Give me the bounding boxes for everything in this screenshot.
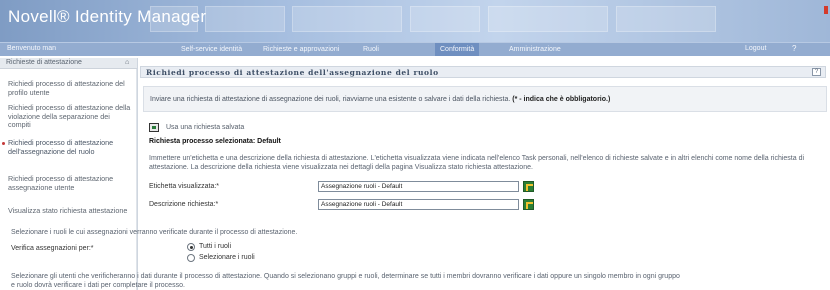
request-description-label: Descrizione richiesta:* <box>149 201 219 208</box>
saved-request-link[interactable]: Usa una richiesta salvata <box>166 124 244 131</box>
radio-all-roles[interactable] <box>187 243 195 251</box>
app-header: Novell® Identity Manager <box>0 0 830 42</box>
selected-request-title: Richiesta processo selezionata: Default <box>149 138 281 145</box>
app-title: Novell® Identity Manager <box>8 7 207 26</box>
top-nav: Benvenuto man Self-service identità Rich… <box>0 42 830 56</box>
header-help-icon[interactable]: ? <box>792 44 796 53</box>
radio-select-roles[interactable] <box>187 254 195 262</box>
sidebar: Richieste di attestazione ⌂ Richiedi pro… <box>0 58 137 290</box>
tab-requests-approvals[interactable]: Richieste e approvazioni <box>258 43 344 56</box>
header-decoration <box>292 6 402 32</box>
logout-link[interactable]: Logout <box>745 45 766 52</box>
required-note: (* - indica che è obbligatorio.) <box>512 96 611 103</box>
page-title: Richiedi processo di attestazione dell'a… <box>146 68 439 77</box>
header-decoration <box>205 6 285 32</box>
help-icon[interactable]: ? <box>812 68 821 76</box>
select-roles-instructions: Selezionare i ruoli le cui assegnazioni … <box>11 229 298 236</box>
sidebar-item-sod-violation[interactable]: Richiedi processo di attestazione della … <box>8 103 134 130</box>
request-description-input[interactable]: Assegnazione ruoli - Default <box>318 199 519 210</box>
pin-icon[interactable]: ⌂ <box>125 59 129 66</box>
active-item-bullet-icon <box>2 142 5 145</box>
sidebar-item-role-assignment[interactable]: Richiedi processo di attestazione dell'a… <box>8 138 134 156</box>
sidebar-header: Richieste di attestazione ⌂ <box>0 58 137 69</box>
display-label-input[interactable]: Assegnazione ruoli - Default <box>318 181 519 192</box>
header-decoration <box>410 6 480 32</box>
header-decoration <box>616 6 716 32</box>
verify-assignments-label: Verifica assegnazioni per:* <box>11 245 94 252</box>
header-decoration <box>488 6 608 32</box>
select-users-instructions: Selezionare gli utenti che verificherann… <box>11 273 680 289</box>
intro-text-main: Inviare una richiesta di attestazione di… <box>150 96 511 103</box>
sidebar-header-label: Richieste di attestazione <box>6 59 82 66</box>
sidebar-item-user-assignment[interactable]: Richiedi processo di attestazione assegn… <box>8 174 134 192</box>
intro-text: Inviare una richiesta di attestazione di… <box>150 96 610 103</box>
localize-label-icon[interactable] <box>523 181 534 192</box>
sidebar-item-view-status[interactable]: Visualizza stato richiesta attestazione <box>8 206 134 216</box>
radio-all-roles-label[interactable]: Tutti i ruoli <box>199 243 231 250</box>
tab-roles[interactable]: Ruoli <box>358 43 384 56</box>
sidebar-item-user-profile[interactable]: Richiedi processo di attestazione del pr… <box>8 79 134 97</box>
tab-administration[interactable]: Amministrazione <box>504 43 566 56</box>
header-mark <box>824 6 828 14</box>
intro-box: Inviare una richiesta di attestazione di… <box>143 86 827 112</box>
welcome-text: Benvenuto man <box>7 45 57 52</box>
localize-description-icon[interactable] <box>523 199 534 210</box>
tab-self-service[interactable]: Self-service identità <box>176 43 247 56</box>
display-label-label: Etichetta visualizzata:* <box>149 183 220 190</box>
tab-compliance[interactable]: Conformità <box>435 43 480 56</box>
radio-select-roles-label[interactable]: Selezionare i ruoli <box>199 254 255 261</box>
page-title-bar: Richiedi processo di attestazione dell'a… <box>140 66 826 78</box>
label-description-instructions: Immettere un'etichetta e una descrizione… <box>149 155 805 171</box>
saved-request-icon[interactable] <box>149 123 159 132</box>
